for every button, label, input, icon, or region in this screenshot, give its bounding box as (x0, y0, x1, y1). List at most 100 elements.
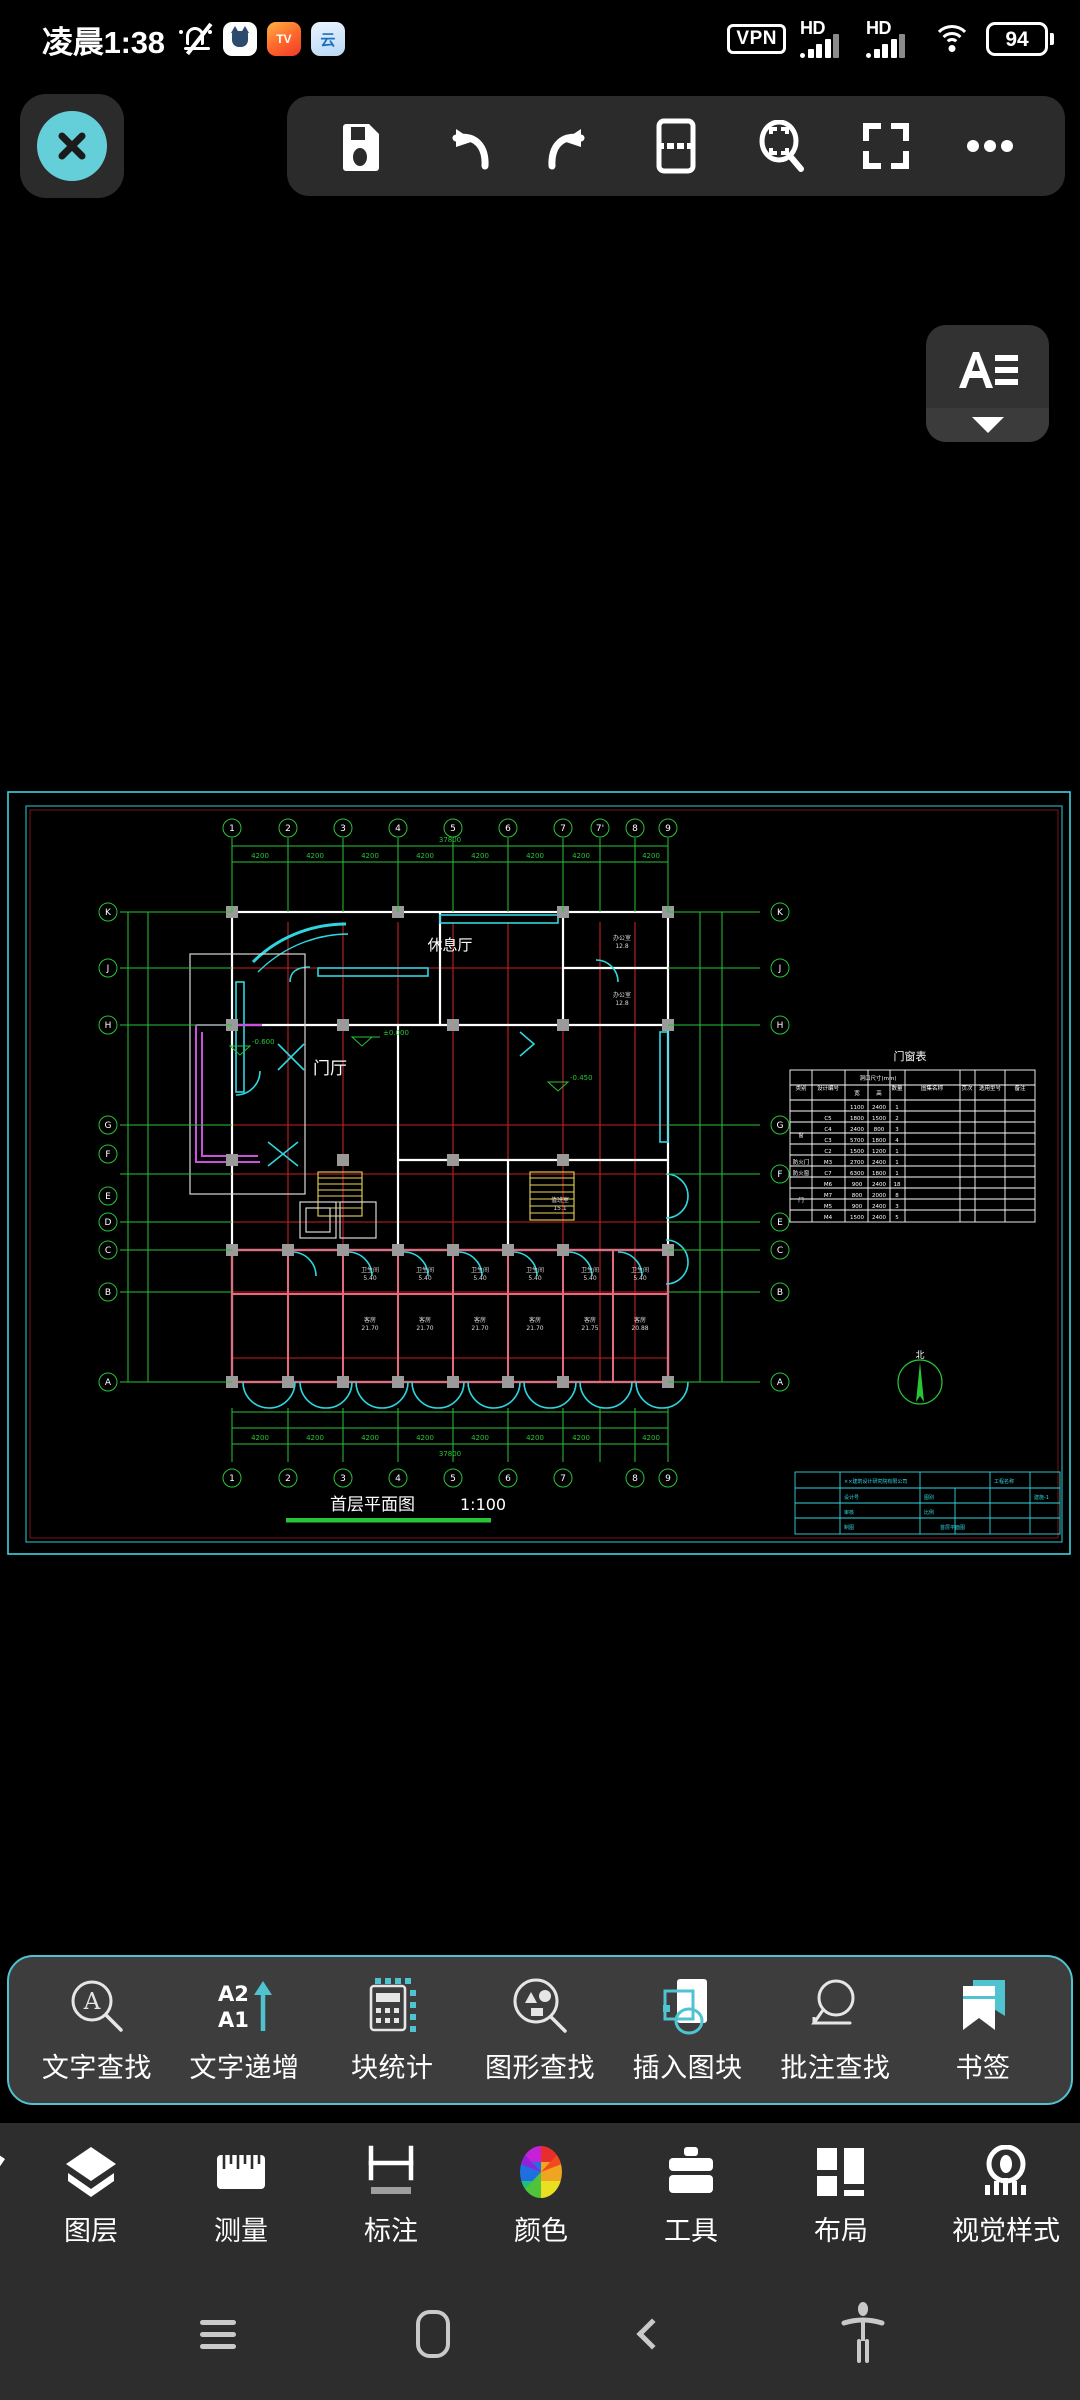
insert-block-icon (659, 1975, 717, 2037)
text-find-button[interactable]: A 文字查找 (31, 1975, 163, 2085)
recents-button[interactable] (178, 2294, 258, 2374)
nav-item-layer[interactable]: 图层 (16, 2143, 166, 2248)
svg-text:C5: C5 (824, 1116, 832, 1122)
svg-text:图别: 图别 (924, 1494, 934, 1501)
cloud-app-icon-label: 云 (320, 30, 336, 49)
svg-text:1800: 1800 (872, 1138, 886, 1144)
svg-text:图集名称: 图集名称 (921, 1084, 944, 1092)
svg-text:800: 800 (874, 1127, 885, 1133)
svg-text:制图: 制图 (844, 1524, 854, 1531)
room-label-lobby: 门厅 (313, 1059, 347, 1079)
svg-text:1: 1 (229, 1474, 235, 1484)
bookmark-button[interactable]: 书签 (917, 1975, 1049, 2085)
close-button[interactable] (20, 94, 124, 198)
shape-find-label: 图形查找 (484, 2053, 595, 2083)
svg-text:A: A (83, 1989, 101, 2015)
drawing-scale: 1:100 (460, 1495, 506, 1514)
insert-block-button[interactable]: 插入图块 (622, 1975, 754, 2085)
nav-label-color: 颜色 (514, 2216, 568, 2246)
magnifier-select-icon (756, 120, 806, 172)
svg-text:B: B (777, 1288, 783, 1298)
svg-text:数量: 数量 (891, 1084, 903, 1092)
split-view-button[interactable] (640, 110, 712, 182)
bookmark-icon (955, 1975, 1011, 2037)
svg-text:1: 1 (895, 1105, 899, 1111)
svg-text:±0.000: ±0.000 (383, 1029, 409, 1037)
room-label-lounge: 休息厅 (427, 936, 472, 954)
nav-label-layout: 布局 (814, 2216, 868, 2246)
svg-text:20.88: 20.88 (631, 1325, 648, 1332)
nav-item-edit[interactable]: 辑 (0, 2143, 16, 2248)
status-bar: 凌晨1:38 TV 云 VPN HD HD 94 (0, 0, 1080, 78)
tv-app-icon: TV (266, 22, 301, 56)
undo-button[interactable] (430, 110, 502, 182)
svg-text:办公室: 办公室 (613, 934, 631, 942)
svg-text:4: 4 (395, 824, 401, 834)
nav-item-layout[interactable]: 布局 (766, 2143, 916, 2248)
svg-text:1: 1 (895, 1171, 899, 1177)
svg-text:4200: 4200 (471, 1434, 489, 1442)
layout-grid-icon (814, 2143, 868, 2201)
svg-text:2400: 2400 (872, 1160, 886, 1166)
home-button[interactable] (393, 2294, 473, 2374)
svg-text:M6: M6 (824, 1182, 833, 1188)
block-statistics-button[interactable]: 块统计 (326, 1975, 458, 2085)
svg-text:E: E (105, 1192, 111, 1202)
accessibility-button[interactable] (823, 2294, 903, 2374)
nav-item-visual-style[interactable]: 视觉样式 (916, 2143, 1080, 2248)
nav-item-dimension[interactable]: 标注 (316, 2143, 466, 2248)
redo-button[interactable] (535, 110, 607, 182)
svg-text:4200: 4200 (471, 852, 489, 860)
svg-text:5.40: 5.40 (418, 1275, 432, 1282)
nav-label-measure: 测量 (214, 2216, 268, 2246)
split-screen-icon (655, 118, 697, 174)
svg-text:D: D (105, 1218, 112, 1228)
svg-text:比例: 比例 (924, 1509, 934, 1516)
fullscreen-button[interactable] (850, 110, 922, 182)
nav-item-measure[interactable]: 测量 (166, 2143, 316, 2248)
text-style-button[interactable] (926, 325, 1049, 442)
svg-text:2: 2 (285, 824, 291, 834)
close-icon (37, 111, 107, 181)
cad-drawing-canvas[interactable]: 123 456 7 7' 8 9 123 456 789 K J H G F E… (0, 782, 1080, 1568)
svg-text:7: 7 (560, 824, 566, 834)
svg-text:3: 3 (895, 1127, 899, 1133)
save-button[interactable] (325, 110, 397, 182)
svg-text:建施-1: 建施-1 (1034, 1494, 1049, 1501)
color-wheel-icon (515, 2143, 567, 2201)
svg-text:37800: 37800 (439, 836, 461, 844)
svg-text:21.70: 21.70 (361, 1325, 378, 1332)
svg-text:21.70: 21.70 (416, 1325, 433, 1332)
app-bottom-nav: 辑 图层 测量 (0, 2123, 1080, 2268)
svg-text:5.40: 5.40 (363, 1275, 377, 1282)
nav-item-color[interactable]: 颜色 (466, 2143, 616, 2248)
svg-text:37800: 37800 (439, 1450, 461, 1458)
back-button[interactable] (608, 2294, 688, 2374)
text-increment-button[interactable]: A2 A1 文字递增 (179, 1975, 311, 2085)
cad-drawing: 123 456 7 7' 8 9 123 456 789 KJH GFE DCB… (0, 782, 1080, 1568)
shape-find-button[interactable]: 图形查找 (474, 1975, 606, 2085)
svg-text:C: C (105, 1246, 111, 1256)
cloud-app-icon: 云 (310, 22, 345, 56)
svg-text:客房: 客房 (529, 1316, 541, 1324)
svg-text:××建筑设计研究院有限公司: ××建筑设计研究院有限公司 (844, 1478, 907, 1485)
nav-label-tools: 工具 (664, 2216, 718, 2246)
drawing-title: 首层平面图 (330, 1495, 415, 1515)
svg-text:-0.450: -0.450 (570, 1074, 593, 1082)
nav-item-tools[interactable]: 工具 (616, 2143, 766, 2248)
annotation-find-button[interactable]: 批注查找 (769, 1975, 901, 2085)
zoom-select-button[interactable] (745, 110, 817, 182)
magnifier-comment-icon (806, 1975, 864, 2037)
nav-label-layer: 图层 (64, 2216, 118, 2246)
svg-text:21.70: 21.70 (526, 1325, 543, 1332)
more-dots-icon (966, 138, 1014, 154)
svg-text:C3: C3 (824, 1138, 832, 1144)
wifi-icon (932, 23, 972, 55)
undo-arrow-icon (440, 121, 492, 171)
svg-text:C4: C4 (824, 1127, 832, 1133)
svg-text:1500: 1500 (872, 1116, 886, 1122)
a1-a2-arrow-icon: A2 A1 (214, 1975, 276, 2037)
more-button[interactable] (954, 110, 1026, 182)
svg-text:M3: M3 (824, 1160, 833, 1166)
svg-text:2400: 2400 (872, 1215, 886, 1221)
